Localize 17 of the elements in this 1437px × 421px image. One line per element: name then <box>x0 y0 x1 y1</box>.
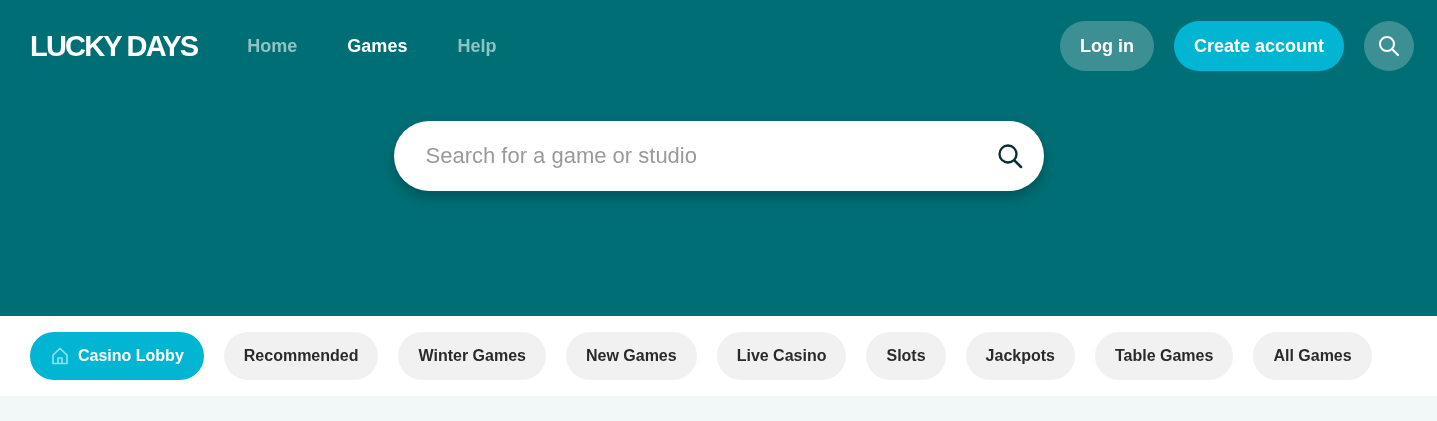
category-tab[interactable]: Slots <box>866 332 946 380</box>
category-tab[interactable]: Winter Games <box>398 332 546 380</box>
category-tab[interactable]: Live Casino <box>716 332 847 380</box>
search-icon <box>996 143 1023 169</box>
category-tab[interactable]: Table Games <box>1094 332 1234 380</box>
category-tab[interactable]: Recommended <box>223 332 379 380</box>
category-tab[interactable]: New Games <box>565 332 697 380</box>
search-icon <box>1378 35 1400 57</box>
search-button[interactable] <box>1364 21 1414 71</box>
login-button[interactable]: Log in <box>1059 21 1154 71</box>
logo[interactable]: LUCKY DAYS <box>30 29 198 63</box>
house-icon <box>50 346 70 366</box>
category-tab[interactable]: Jackpots <box>965 332 1075 380</box>
nav-link[interactable]: Games <box>347 35 408 57</box>
search-field[interactable]: Search for a game or studio <box>393 121 1044 191</box>
category-tab[interactable]: All Games <box>1253 332 1372 380</box>
search-input[interactable]: Search for a game or studio <box>423 142 997 170</box>
